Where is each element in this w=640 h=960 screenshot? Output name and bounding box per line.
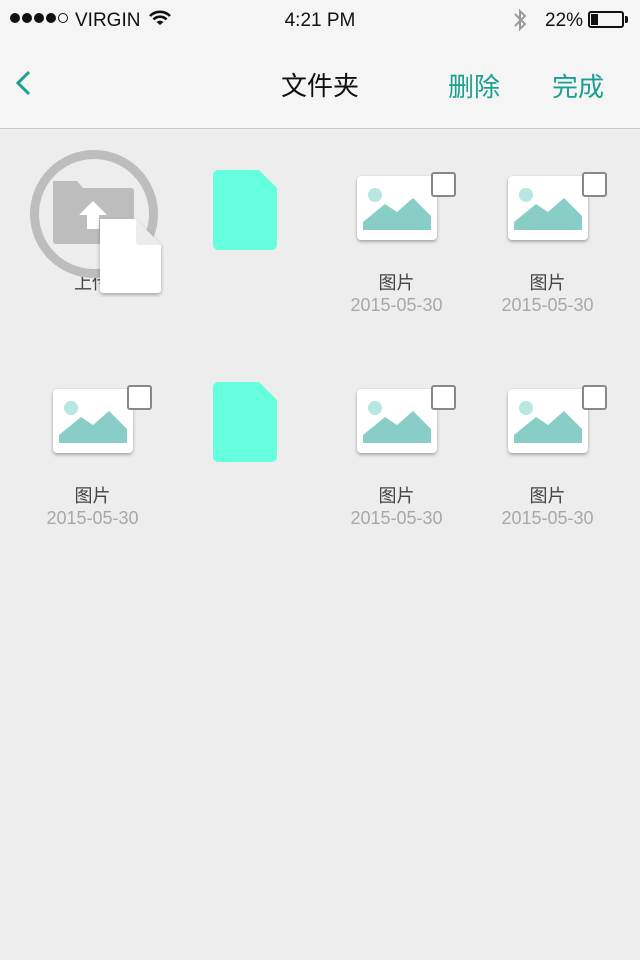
file-name: 图片 xyxy=(378,486,415,507)
page-title: 文件夹 xyxy=(280,72,359,102)
select-checkbox[interactable] xyxy=(431,172,456,197)
select-checkbox[interactable] xyxy=(582,385,607,410)
file-date: 2015-05-30 xyxy=(350,508,443,528)
upload-item[interactable]: 上传 xyxy=(0,129,161,329)
file-item[interactable]: 图片 2015-05-30 xyxy=(472,342,623,542)
select-checkbox[interactable] xyxy=(582,172,607,197)
file-date: 2015-05-30 xyxy=(501,295,594,315)
file-date: 2015-05-30 xyxy=(501,508,594,528)
select-checkbox[interactable] xyxy=(127,385,152,410)
image-thumbnail xyxy=(508,176,588,240)
navigation-bar: 文件夹 删除 完成 xyxy=(0,40,640,129)
file-name: 图片 xyxy=(529,486,566,507)
file-date: 2015-05-30 xyxy=(350,295,443,315)
image-thumbnail xyxy=(357,176,437,240)
file-item[interactable]: 图片 2015-05-30 xyxy=(321,342,472,542)
image-thumbnail xyxy=(508,389,588,453)
bluetooth-icon xyxy=(512,7,528,38)
file-date: 2015-05-30 xyxy=(46,508,139,528)
clock: 4:21 PM xyxy=(284,10,356,31)
select-checkbox[interactable] xyxy=(431,385,456,410)
file-item[interactable]: 图片 2015-05-30 xyxy=(472,129,623,329)
file-item[interactable]: 图片 2015-05-30 xyxy=(17,342,168,542)
battery-icon xyxy=(588,11,628,28)
battery-percentage: 22% xyxy=(545,10,584,31)
delete-button[interactable]: 删除 xyxy=(448,67,500,104)
dragging-file-icon[interactable] xyxy=(96,217,164,301)
file-name: 图片 xyxy=(74,486,111,507)
document-icon xyxy=(213,382,277,462)
status-bar: VIRGIN 4:21 PM 22% xyxy=(0,0,640,40)
image-icon xyxy=(514,395,582,447)
image-thumbnail xyxy=(53,389,133,453)
image-icon xyxy=(59,395,127,447)
image-icon xyxy=(514,182,582,234)
file-name: 图片 xyxy=(529,273,566,294)
document-icon xyxy=(213,170,277,250)
file-item[interactable]: 图片 2015-05-30 xyxy=(321,129,472,329)
image-icon xyxy=(363,182,431,234)
image-icon xyxy=(363,395,431,447)
image-thumbnail xyxy=(357,389,437,453)
file-name: 图片 xyxy=(378,273,415,294)
done-button[interactable]: 完成 xyxy=(552,67,604,104)
